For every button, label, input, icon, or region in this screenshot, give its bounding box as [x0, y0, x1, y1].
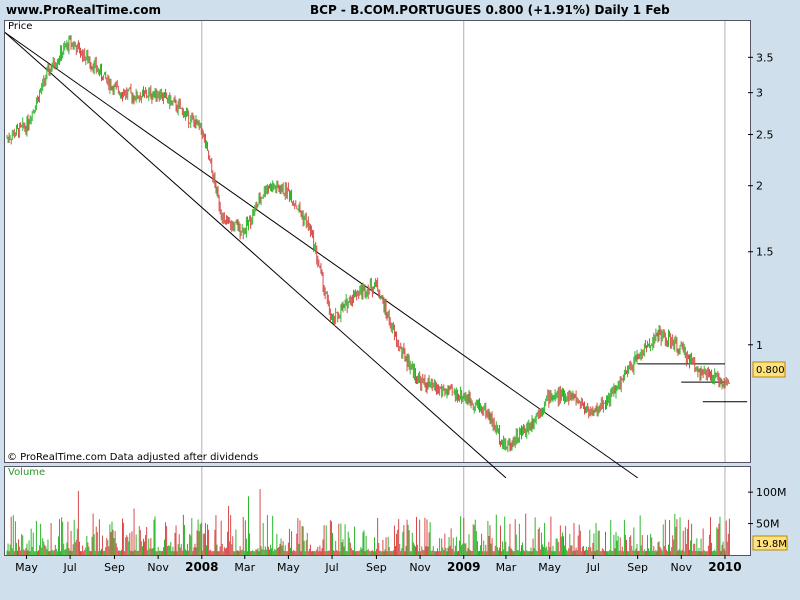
x-tick-label: Nov — [147, 561, 169, 574]
x-tick-label: Jul — [586, 561, 600, 574]
volume-tick-label: 100M — [756, 486, 787, 499]
x-tick-label: 2008 — [185, 560, 218, 574]
price-candles — [6, 35, 730, 453]
y-tick-label: 3 — [756, 87, 763, 100]
volume-bars — [6, 489, 730, 555]
y-tick-label: 3.5 — [756, 51, 774, 64]
x-tick-label: Mar — [496, 561, 517, 574]
x-axis-ticks: May Jul Sep Nov 2008 Mar May Jul Sep Nov 2009 Mar Ma… — [15, 555, 742, 574]
chart-svg: 3.5 3 2.5 2 1.5 1 May Jul Sep Nov 2008 Mar May Jul Se… — [4, 21, 788, 574]
x-tick-label: 2009 — [447, 560, 480, 574]
x-tick-label: 2010 — [708, 560, 741, 574]
price-label: Price — [8, 21, 32, 32]
y-tick-label: 2 — [756, 180, 763, 193]
x-tick-label: Jul — [62, 561, 76, 574]
x-tick-label: May — [15, 561, 38, 574]
y-tick-label: 1 — [756, 339, 763, 352]
last-volume-value: 19.8M — [756, 539, 787, 550]
volume-label: Volume — [8, 467, 45, 478]
volume-axis-ticks: 100M 50M — [748, 486, 787, 531]
x-tick-label: Nov — [409, 561, 431, 574]
support-lines — [637, 363, 748, 403]
x-tick-label: Nov — [671, 561, 693, 574]
x-tick-label: May — [277, 561, 300, 574]
grid-lines — [201, 21, 726, 555]
last-price-value: 0.800 — [756, 365, 785, 376]
y-tick-label: 2.5 — [756, 129, 774, 142]
x-tick-label: Mar — [234, 561, 255, 574]
x-tick-label: Sep — [104, 561, 125, 574]
channel-line — [4, 32, 507, 479]
copyright-text: © ProRealTime.com Data adjusted after di… — [7, 452, 258, 463]
volume-tick-label: 50M — [756, 518, 780, 531]
y-tick-label: 1.5 — [756, 246, 774, 259]
x-tick-label: Sep — [366, 561, 387, 574]
y-axis-ticks: 3.5 3 2.5 2 1.5 1 — [748, 51, 774, 352]
x-tick-label: Sep — [627, 561, 648, 574]
x-tick-label: Jul — [324, 561, 338, 574]
x-tick-label: May — [538, 561, 561, 574]
